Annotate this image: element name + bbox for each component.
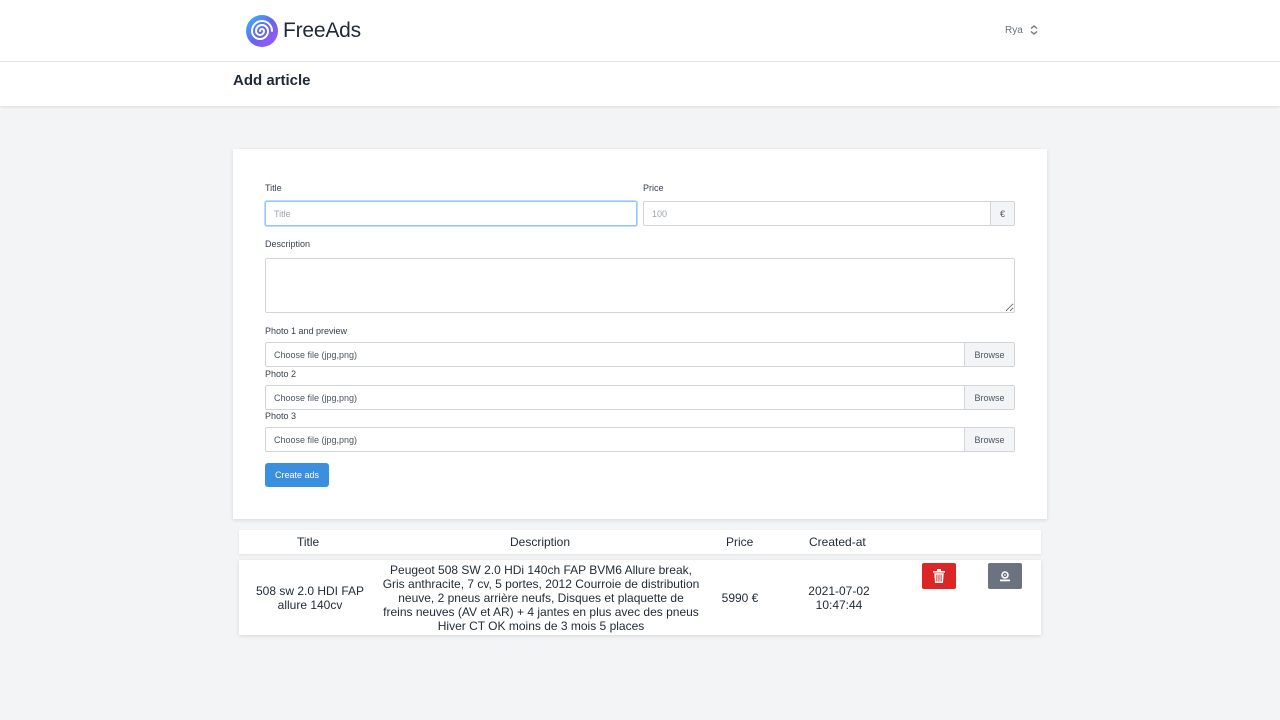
app-name: FreeAds: [283, 19, 361, 42]
photo-2-placeholder: Choose file (jpg,png): [274, 393, 358, 403]
photo-3-placeholder: Choose file (jpg,png): [274, 435, 358, 445]
column-header-created-at: Created-at: [809, 535, 866, 549]
photo-2-file-input[interactable]: Choose file (jpg,png) Browse: [265, 385, 1015, 410]
column-header-description: Description: [510, 535, 571, 549]
photo-2-label: Photo 2: [265, 369, 297, 379]
photo-1-label: Photo 1 and preview: [265, 326, 348, 336]
photo-3-file-input[interactable]: Choose file (jpg,png) Browse: [265, 427, 1015, 452]
page-title: Add article: [233, 72, 311, 89]
currency-addon: €: [991, 201, 1015, 226]
photo-2-browse-button[interactable]: Browse: [964, 386, 1014, 409]
title-label: Title: [265, 183, 282, 193]
row-description: Peugeot 508 SW 2.0 HDi 140ch FAP BVM6 Al…: [382, 563, 700, 633]
price-label: Price: [643, 183, 664, 193]
price-input[interactable]: [643, 201, 991, 226]
photo-3-browse-button[interactable]: Browse: [964, 428, 1014, 451]
edit-button[interactable]: [988, 563, 1022, 589]
user-menu[interactable]: Rya: [1005, 24, 1039, 36]
spiral-logo-icon: [246, 15, 278, 47]
row-title: 508 sw 2.0 HDI FAP allure 140cv: [255, 584, 365, 612]
ads-table-header: Title Description Price Created-at: [239, 530, 1041, 554]
column-header-title: Title: [297, 535, 320, 549]
description-label: Description: [265, 239, 311, 249]
add-article-form: Title Price € Description Photo 1 and pr…: [233, 149, 1047, 519]
page-header: Add article: [0, 62, 1280, 106]
row-created-at: 2021-07-02 10:47:44: [808, 584, 870, 612]
photo-1-browse-button[interactable]: Browse: [964, 343, 1014, 366]
create-ads-button[interactable]: Create ads: [265, 463, 329, 487]
chevron-up-down-icon: [1030, 25, 1038, 35]
column-header-price: Price: [726, 535, 754, 549]
row-price: 5990 €: [721, 591, 759, 605]
trash-icon: [933, 569, 945, 583]
photo-1-file-input[interactable]: Choose file (jpg,png) Browse: [265, 342, 1015, 367]
navbar: FreeAds Rya: [0, 0, 1280, 62]
photo-1-placeholder: Choose file (jpg,png): [274, 350, 358, 360]
table-row: 508 sw 2.0 HDI FAP allure 140cv Peugeot …: [239, 560, 1041, 635]
description-textarea[interactable]: [265, 258, 1015, 313]
edit-icon: [1000, 571, 1010, 582]
app-logo[interactable]: FreeAds: [245, 14, 361, 48]
photo-3-label: Photo 3: [265, 411, 297, 421]
title-input[interactable]: [265, 201, 637, 226]
user-name: Rya: [1005, 24, 1023, 36]
delete-button[interactable]: [922, 563, 956, 589]
